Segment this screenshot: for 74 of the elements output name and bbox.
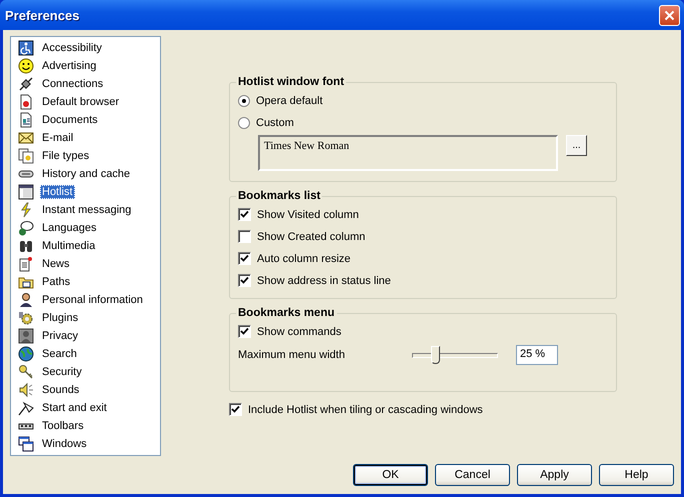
- globe-icon: [18, 346, 34, 362]
- group-title: Bookmarks menu: [237, 307, 336, 319]
- category-item[interactable]: Multimedia: [40, 239, 98, 253]
- category-item[interactable]: File types: [40, 149, 92, 163]
- category-item[interactable]: Accessibility: [40, 41, 104, 55]
- dialog-button[interactable]: Help: [599, 464, 674, 486]
- category-item[interactable]: Start and exit: [40, 401, 109, 415]
- window-title: Preferences: [5, 8, 80, 22]
- dialog-button[interactable]: Apply: [517, 464, 592, 486]
- checkbox-label: Show commands: [257, 326, 342, 338]
- close-button[interactable]: [659, 4, 680, 26]
- slider-label: Maximum menu width: [238, 349, 346, 361]
- category-item[interactable]: Personal information: [40, 293, 145, 307]
- checkbox[interactable]: [238, 230, 251, 243]
- key-icon: [18, 364, 34, 380]
- checkbox[interactable]: [229, 403, 242, 416]
- category-item[interactable]: Documents: [40, 113, 100, 127]
- files-icon: [18, 148, 34, 164]
- width-field[interactable]: 25 %: [516, 345, 558, 365]
- checkbox[interactable]: [238, 325, 251, 338]
- category-item[interactable]: Windows: [40, 437, 89, 451]
- category-item[interactable]: Connections: [40, 77, 106, 91]
- category-item[interactable]: Search: [40, 347, 79, 361]
- binoculars-icon: [18, 238, 34, 254]
- font-preview-field: Times New Roman: [258, 135, 558, 171]
- dialog-button[interactable]: Cancel: [435, 464, 510, 486]
- group-title: Hotlist window font: [237, 76, 346, 88]
- radio-button[interactable]: [238, 116, 250, 128]
- checkbox-label: Show Created column: [257, 230, 366, 242]
- category-item[interactable]: Sounds: [40, 383, 82, 397]
- envelope-icon: [18, 130, 34, 146]
- category-item[interactable]: Advertising: [40, 59, 98, 73]
- category-item[interactable]: Toolbars: [40, 419, 86, 433]
- dialog-button[interactable]: OK: [353, 464, 428, 486]
- checkbox-label: Show address in status line: [257, 274, 391, 286]
- lightning-icon: [18, 202, 34, 218]
- category-item[interactable]: Default browser: [40, 95, 122, 109]
- category-item[interactable]: Hotlist: [40, 185, 75, 199]
- arrow-icon: [18, 400, 34, 416]
- category-item[interactable]: Languages: [40, 221, 98, 235]
- category-item[interactable]: Instant messaging: [40, 203, 134, 217]
- person-icon: [18, 292, 34, 308]
- windows-icon: [18, 436, 34, 452]
- radio-button[interactable]: [238, 94, 250, 106]
- notepad-icon: [18, 256, 34, 272]
- slider-thumb[interactable]: [430, 346, 440, 364]
- category-item[interactable]: Plugins: [40, 311, 80, 325]
- category-item[interactable]: E-mail: [40, 131, 76, 145]
- speaker-icon: [18, 382, 34, 398]
- category-item[interactable]: History and cache: [40, 167, 132, 181]
- checkbox-label: Show Visited column: [257, 208, 359, 220]
- checkbox[interactable]: [238, 252, 251, 265]
- group-title: Bookmarks list: [237, 190, 322, 202]
- close-icon: [664, 10, 675, 20]
- radio-label: Opera default: [256, 94, 323, 106]
- category-item[interactable]: Privacy: [40, 329, 80, 343]
- category-item[interactable]: Paths: [40, 275, 72, 289]
- checkbox-label: Auto column resize: [257, 252, 351, 264]
- gear-icon: [18, 310, 34, 326]
- category-item[interactable]: Security: [40, 365, 84, 379]
- checkbox-label: Include Hotlist when tiling or cascading windows: [248, 404, 483, 416]
- silhouette-icon: [18, 328, 34, 344]
- browse-button[interactable]: ...: [566, 135, 587, 156]
- checkbox[interactable]: [238, 274, 251, 287]
- window-icon: [18, 184, 34, 200]
- document-icon: [18, 94, 34, 110]
- smiley-icon: [18, 58, 34, 74]
- wheelchair-icon: [18, 40, 34, 56]
- speech-bubble-icon: [18, 220, 34, 236]
- slider-track[interactable]: [410, 345, 500, 365]
- checkbox[interactable]: [238, 208, 251, 221]
- document-icon: [18, 112, 34, 128]
- category-item[interactable]: News: [40, 257, 72, 271]
- radio-label: Custom: [256, 116, 294, 128]
